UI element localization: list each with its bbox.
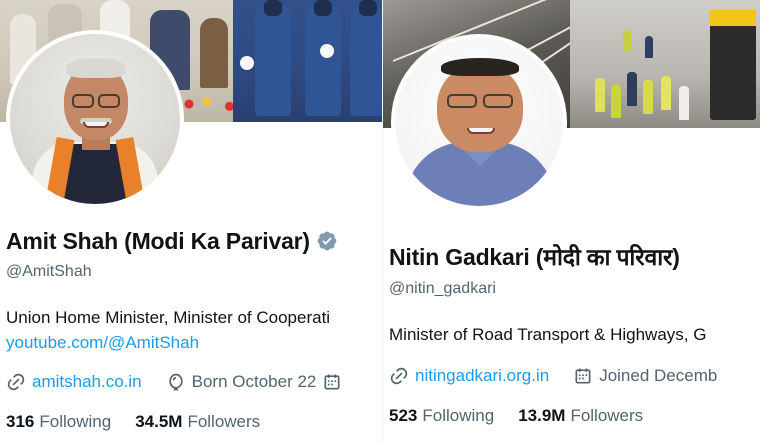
calendar-icon	[324, 374, 340, 390]
calendar-icon	[575, 368, 591, 384]
profile-card-nitin-gadkari: Nitin Gadkari (मोदी का परिवार) @nitin_ga…	[383, 0, 760, 443]
profile-handle: @AmitShah	[6, 263, 92, 280]
link-icon	[390, 367, 408, 385]
profile-bio: Union Home Minister, Minister of Coopera…	[6, 308, 331, 327]
balloon-icon	[168, 373, 183, 391]
profile-name: Nitin Gadkari (मोदी का परिवार)	[389, 244, 680, 270]
verified-badge-icon[interactable]	[316, 230, 338, 252]
website-link[interactable]: amitshah.co.in	[32, 372, 142, 392]
joined-text: Joined Decemb	[599, 366, 718, 385]
profile-avatar[interactable]	[6, 30, 184, 208]
profile-bio: Minister of Road Transport & Highways, G	[389, 325, 707, 344]
following-link[interactable]: 316 Following	[6, 412, 111, 432]
profile-avatar[interactable]	[391, 34, 567, 210]
profile-name: Amit Shah (Modi Ka Parivar)	[6, 228, 338, 255]
profile-stats: 523 Following 13.9M Followers	[389, 406, 643, 426]
profile-handle: @nitin_gadkari	[389, 280, 496, 297]
bio-youtube-link[interactable]: youtube.com/@AmitShah	[6, 333, 199, 353]
birthday-text: Born October 22	[191, 372, 317, 391]
website-link[interactable]: nitingadkari.org.in	[415, 366, 549, 386]
link-icon	[7, 373, 25, 391]
followers-link[interactable]: 13.9M Followers	[518, 406, 643, 426]
profile-meta: nitingadkari.org.in Joined Decemb	[389, 366, 717, 386]
profile-card-amit-shah: Amit Shah (Modi Ka Parivar) @AmitShah Un…	[0, 0, 383, 443]
profile-stats: 316 Following 34.5M Followers	[6, 412, 260, 432]
profile-meta: amitshah.co.in Born October 22	[6, 372, 342, 392]
following-link[interactable]: 523 Following	[389, 406, 494, 426]
followers-link[interactable]: 34.5M Followers	[135, 412, 260, 432]
